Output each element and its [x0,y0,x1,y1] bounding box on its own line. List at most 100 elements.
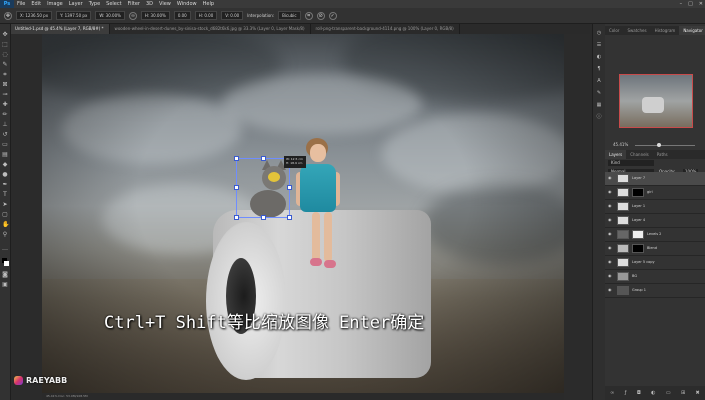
tab-channels[interactable]: Channels [626,150,653,159]
transform-handle[interactable] [234,215,239,220]
tab-untitled-1[interactable]: Untitled-1.psd @ 45.4% (Layer 7, RGB/8#)… [10,24,110,34]
y-position-field[interactable]: Y: 1397.50 px [56,11,92,20]
menu-item-3d[interactable]: 3D [143,0,156,8]
h-skew-field[interactable]: H: 0.00 [194,11,218,20]
path-select-tool-icon[interactable]: ➤ [2,202,8,208]
paragraph-icon[interactable]: ¶ [595,66,603,72]
link-icon[interactable]: ∞ [610,390,614,396]
lasso-tool-icon[interactable]: ◌ [2,52,8,58]
menu-item-help[interactable]: Help [200,0,217,8]
visibility-eye-icon[interactable]: ◉ [608,204,612,208]
transform-handle[interactable] [287,185,292,190]
maximize-icon[interactable]: □ [688,0,693,8]
menu-item-layer[interactable]: Layer [66,0,86,8]
zoom-tool-icon[interactable]: ⚲ [2,232,8,238]
menu-item-type[interactable]: Type [86,0,103,8]
transform-tool-icon[interactable]: ✥ [4,11,12,20]
dodge-tool-icon[interactable]: ● [2,172,8,178]
menu-item-view[interactable]: View [156,0,174,8]
visibility-eye-icon[interactable]: ◉ [608,246,612,250]
layer-row-layer-5-copy[interactable]: ◉ Layer 5 copy [605,256,705,270]
eyedropper-tool-icon[interactable]: ⊸ [2,92,8,98]
x-position-field[interactable]: X: 1236.50 px [16,11,53,20]
tab-layers[interactable]: Layers [605,150,627,159]
layer-mask-thumbnail[interactable] [632,230,644,239]
adjustment-icon[interactable]: ◐ [651,390,655,396]
transform-handle[interactable] [261,215,266,220]
angle-field[interactable]: 0.00 [173,11,191,20]
history-icon[interactable]: ◷ [595,30,603,36]
quick-mask-icon[interactable]: ◙ [2,272,8,278]
app-logo[interactable]: Ps [0,0,14,8]
blur-tool-icon[interactable]: ◆ [2,162,8,168]
layer-row-group-1[interactable]: ◉ Group 1 [605,284,705,298]
gradient-tool-icon[interactable]: ▤ [2,152,8,158]
fx-icon[interactable]: ƒ [625,390,627,396]
transform-handle[interactable] [234,185,239,190]
move-tool-icon[interactable]: ✥ [2,32,8,38]
crop-tool-icon[interactable]: ⌗ [2,72,8,78]
visibility-eye-icon[interactable]: ◉ [608,260,612,264]
hand-tool-icon[interactable]: ✋ [2,222,9,228]
tab-wooden-wheel[interactable]: wooden-wheel-in-desert-dunes_by-sinisa-s… [110,24,311,34]
transform-handle[interactable] [261,156,266,161]
layer-row-levels-2[interactable]: ◉ Levels 2 [605,228,705,242]
visibility-eye-icon[interactable]: ◉ [608,274,612,278]
zoom-slider-track[interactable] [635,145,695,146]
tab-histogram[interactable]: Histogram [651,26,680,35]
document-canvas[interactable]: W: 12.5 cm H: 18.9 cm [42,34,564,393]
layer-row-layer-7[interactable]: ◉ Layer 7 [605,172,705,186]
close-icon[interactable]: ✕ [699,0,703,8]
warp-icon[interactable]: ⌗ [304,11,313,20]
folder-icon[interactable]: ▭ [666,390,671,396]
brush-tool-icon[interactable]: ✏ [2,112,8,118]
eraser-tool-icon[interactable]: ▭ [2,142,8,148]
menu-item-file[interactable]: File [14,0,28,8]
width-field[interactable]: W: 30.00% [95,11,125,20]
menu-item-image[interactable]: Image [44,0,66,8]
transform-handle[interactable] [234,156,239,161]
link-aspect-icon[interactable]: ∞ [128,11,137,20]
stamp-tool-icon[interactable]: ⊥ [2,122,8,128]
new-layer-icon[interactable]: ⊞ [681,390,685,396]
type-tool-icon[interactable]: T [2,192,8,198]
visibility-eye-icon[interactable]: ◉ [608,190,612,194]
cancel-icon[interactable]: ⊘ [316,11,325,20]
info-icon[interactable]: ⓘ [595,114,603,120]
transform-bounding-box[interactable] [234,156,292,220]
properties-icon[interactable]: ☰ [595,42,603,48]
tab-swatches[interactable]: Swatches [623,26,650,35]
character-icon[interactable]: A [595,78,603,84]
trash-icon[interactable]: ✖ [696,390,700,396]
more-tools-icon[interactable]: … [2,246,8,252]
layer-mask-thumbnail[interactable] [632,244,644,253]
minimize-icon[interactable]: – [680,0,683,8]
background-color-swatch[interactable] [4,261,9,266]
menu-item-filter[interactable]: Filter [125,0,143,8]
pen-tool-icon[interactable]: ✒ [2,182,8,188]
layer-mask-thumbnail[interactable] [632,188,644,197]
brush-settings-icon[interactable]: ✎ [595,90,603,96]
navigator-thumbnail[interactable] [619,74,693,128]
menu-item-edit[interactable]: Edit [28,0,44,8]
visibility-eye-icon[interactable]: ◉ [608,176,612,180]
layer-row-bg[interactable]: ◉ BG [605,270,705,284]
marquee-tool-icon[interactable]: ⬚ [2,42,8,48]
quick-select-tool-icon[interactable]: ✎ [2,62,8,68]
history-brush-tool-icon[interactable]: ↺ [2,132,8,138]
v-skew-field[interactable]: V: 0.00 [221,11,244,20]
transform-handle[interactable] [287,215,292,220]
layer-row-blend[interactable]: ◉ Blend [605,242,705,256]
screen-mode-icon[interactable]: ▣ [2,282,8,288]
menu-item-window[interactable]: Window [174,0,200,8]
healing-tool-icon[interactable]: ✚ [2,102,8,108]
layer-row-girl[interactable]: ◉ girl [605,186,705,200]
layer-row-layer-4[interactable]: ◉ Layer 4 [605,214,705,228]
visibility-eye-icon[interactable]: ◉ [608,288,612,292]
commit-icon[interactable]: ✓ [328,11,337,20]
frame-tool-icon[interactable]: ⊠ [2,82,8,88]
interpolation-select[interactable]: Bicubic [278,11,301,20]
zoom-slider-thumb[interactable] [657,143,661,147]
visibility-eye-icon[interactable]: ◉ [608,218,612,222]
tab-navigator[interactable]: Navigator [679,26,705,35]
